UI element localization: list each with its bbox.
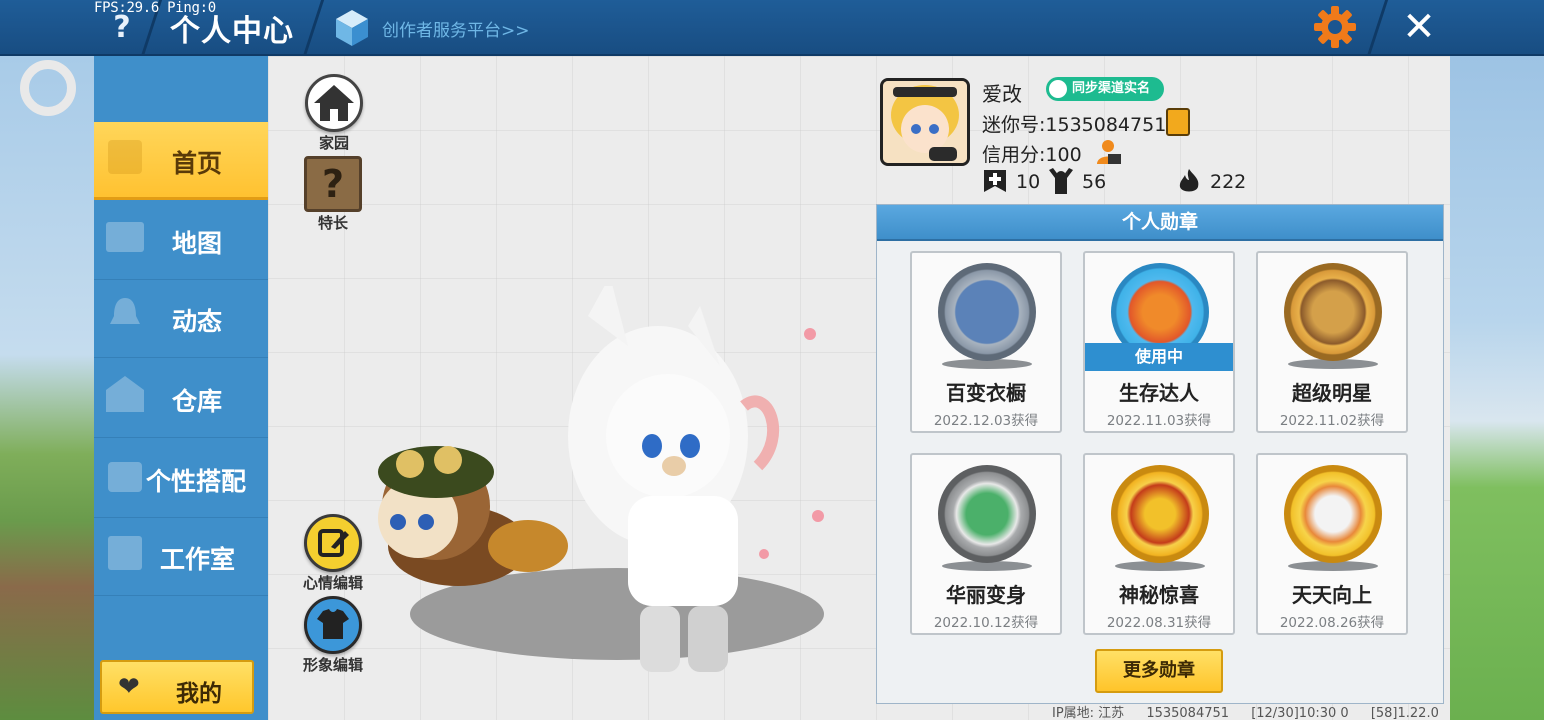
sidebar-item-label: 仓库 bbox=[172, 387, 223, 416]
footer-time: [12/30]10:30 0 bbox=[1251, 706, 1349, 720]
stat-value: 10 bbox=[1016, 171, 1041, 193]
medal-date: 2022.11.03获得 bbox=[1106, 413, 1212, 429]
medal-panel-header: 个人勋章 bbox=[877, 205, 1443, 241]
copy-icon[interactable] bbox=[1166, 108, 1190, 136]
medal-date: 2022.12.03获得 bbox=[933, 413, 1039, 429]
outfit-icon bbox=[108, 462, 142, 492]
transform-medal-icon bbox=[938, 465, 1036, 563]
calendar-medal-icon bbox=[1284, 465, 1382, 563]
ip-location: IP属地: 江苏 bbox=[1052, 706, 1125, 720]
superstar-medal-icon bbox=[1284, 263, 1382, 361]
character-illustration bbox=[378, 286, 824, 672]
avatar[interactable] bbox=[880, 78, 970, 166]
medal-name: 天天向上 bbox=[1292, 583, 1372, 607]
stat-value: 56 bbox=[1082, 171, 1107, 193]
medal-date: 2022.10.12获得 bbox=[933, 615, 1039, 631]
medal-date: 2022.08.31获得 bbox=[1106, 615, 1212, 631]
sidebar-item-studio[interactable]: 工作室 bbox=[94, 518, 268, 596]
sidebar-item-outfit[interactable]: 个性搭配 bbox=[94, 440, 268, 518]
question-block-icon: ? bbox=[304, 156, 362, 212]
medal-card[interactable]: 百变衣橱 2022.12.03获得 bbox=[910, 251, 1062, 433]
home-button-label: 家园 bbox=[318, 134, 349, 152]
plus-bookmark-icon bbox=[984, 170, 1006, 192]
more-medals-button[interactable]: 更多勋章 bbox=[1095, 649, 1223, 693]
medal-card[interactable]: 天天向上 2022.08.26获得 bbox=[1256, 453, 1408, 635]
map-icon bbox=[106, 222, 144, 252]
mini-id: 迷你号:1535084751 bbox=[982, 114, 1167, 136]
sidebar: 首页 地图 动态 仓库 个性搭配 工作室 ❤ 我的 bbox=[94, 56, 268, 720]
footer-uid: 1535084751 bbox=[1146, 706, 1230, 720]
home-tile-icon bbox=[108, 140, 142, 174]
nickname: 爱改 bbox=[982, 82, 1022, 106]
cube-icon[interactable] bbox=[334, 8, 370, 48]
sidebar-item-label: 首页 bbox=[172, 149, 223, 178]
divider bbox=[302, 0, 325, 56]
footer-info: IP属地: 江苏 1535084751 [12/30]10:30 0 [58]1… bbox=[1052, 702, 1457, 720]
gear-icon[interactable] bbox=[1312, 4, 1358, 50]
bell-icon bbox=[110, 298, 140, 324]
medal-date: 2022.08.26获得 bbox=[1279, 615, 1385, 631]
my-button-label: 我的 bbox=[176, 681, 222, 707]
appearance-edit-button[interactable]: 形象编辑 bbox=[298, 596, 368, 675]
wardrobe-medal-icon bbox=[938, 263, 1036, 361]
stat-item: 10 bbox=[982, 168, 1042, 196]
heart-icon: ❤ bbox=[118, 672, 140, 702]
flame-icon bbox=[1179, 169, 1199, 192]
edit-pencil-icon bbox=[304, 514, 362, 572]
warehouse-icon bbox=[106, 376, 144, 412]
appearance-edit-label: 形象编辑 bbox=[302, 656, 363, 674]
sidebar-item-home[interactable]: 首页 bbox=[94, 122, 268, 200]
sidebar-item-feed[interactable]: 动态 bbox=[94, 280, 268, 358]
sidebar-item-label: 动态 bbox=[172, 307, 223, 336]
stat-item: 222 bbox=[1176, 168, 1256, 196]
medal-name: 神秘惊喜 bbox=[1119, 583, 1199, 607]
page-title: 个人中心 bbox=[170, 14, 294, 49]
medal-name: 百变衣橱 bbox=[946, 381, 1026, 405]
medal-card[interactable]: 超级明星 2022.11.02获得 bbox=[1256, 251, 1408, 433]
sync-realname-badge[interactable]: 同步渠道实名 bbox=[1046, 77, 1164, 101]
background-scenery-left bbox=[0, 56, 94, 720]
in-use-label: 使用中 bbox=[1085, 343, 1233, 371]
house-icon bbox=[305, 74, 363, 132]
divider bbox=[1366, 0, 1389, 56]
top-bar: ? FPS:29.6 Ping:0 个人中心 创作者服务平台>> ✕ bbox=[0, 0, 1544, 56]
background-scenery-right bbox=[1450, 56, 1544, 720]
sidebar-item-label: 工作室 bbox=[160, 545, 236, 574]
home-button[interactable]: 家园 bbox=[304, 74, 364, 153]
gift-medal-icon bbox=[1111, 465, 1209, 563]
stat-item: 56 bbox=[1048, 168, 1118, 196]
creator-platform-link[interactable]: 创作者服务平台>> bbox=[382, 16, 530, 41]
medal-panel: 个人勋章 百变衣橱 2022.12.03获得 使用中 生存达人 2022.11.… bbox=[876, 204, 1444, 704]
stat-value: 222 bbox=[1210, 171, 1247, 193]
credit-person-icon[interactable] bbox=[1094, 138, 1122, 166]
shirt-icon bbox=[304, 596, 362, 654]
sidebar-item-map[interactable]: 地图 bbox=[94, 202, 268, 280]
mood-edit-button[interactable]: 心情编辑 bbox=[298, 514, 368, 593]
cheer-person-icon bbox=[1049, 168, 1073, 194]
sidebar-item-label: 地图 bbox=[172, 229, 223, 258]
record-ring-icon[interactable] bbox=[20, 60, 76, 116]
medal-date: 2022.11.02获得 bbox=[1279, 413, 1385, 429]
sidebar-item-warehouse[interactable]: 仓库 bbox=[94, 360, 268, 438]
sidebar-item-label: 个性搭配 bbox=[146, 467, 247, 496]
studio-icon bbox=[108, 536, 142, 570]
close-icon[interactable]: ✕ bbox=[1396, 4, 1442, 50]
mood-edit-label: 心情编辑 bbox=[302, 574, 363, 592]
talent-button[interactable]: ? 特长 bbox=[302, 156, 364, 233]
credit-score: 信用分:100 bbox=[982, 144, 1082, 166]
medal-card[interactable]: 华丽变身 2022.10.12获得 bbox=[910, 453, 1062, 635]
my-button[interactable]: ❤ 我的 bbox=[100, 660, 254, 714]
medal-card[interactable]: 使用中 生存达人 2022.11.03获得 bbox=[1083, 251, 1235, 433]
medal-name: 华丽变身 bbox=[946, 583, 1026, 607]
talent-button-label: 特长 bbox=[317, 214, 348, 232]
medal-card[interactable]: 神秘惊喜 2022.08.31获得 bbox=[1083, 453, 1235, 635]
sync-badge-label: 同步渠道实名 bbox=[1072, 81, 1151, 96]
person-icon bbox=[1049, 80, 1067, 98]
footer-version: [58]1.22.0 bbox=[1370, 706, 1439, 720]
medal-name: 生存达人 bbox=[1119, 381, 1199, 405]
medal-name: 超级明星 bbox=[1292, 381, 1372, 405]
